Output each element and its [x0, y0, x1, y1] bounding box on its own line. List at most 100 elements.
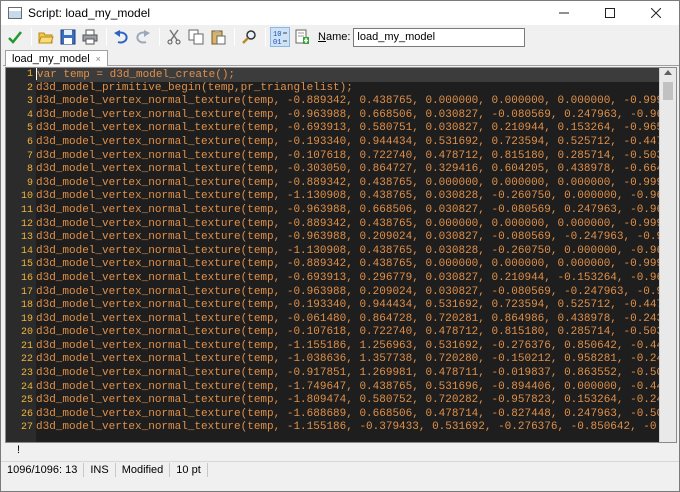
code-line[interactable]: d3d_model_vertex_normal_texture(temp, -0… — [36, 204, 660, 218]
code-editor[interactable]: 1 2 3 4 5 6 7 8 9 10 11 12 13 14 15 16 17 18 19 20 21 22 23 24 2… — [5, 67, 677, 443]
code-area[interactable]: var temp = d3d_model_create(); d3d_model_… — [36, 68, 660, 442]
title-bar[interactable]: Script: load_my_model — [1, 1, 679, 25]
floppy-disk-icon — [60, 29, 76, 45]
code-line[interactable]: d3d_model_vertex_normal_texture(temp, -1… — [36, 421, 660, 435]
code-line[interactable]: d3d_model_vertex_normal_texture(temp, -0… — [36, 231, 660, 245]
line-number: 17 — [20, 286, 33, 298]
tab-load-my-model[interactable]: load_my_model × — [5, 50, 108, 66]
cursor-position: 1096/1096: 13 — [1, 462, 85, 477]
line-number: 1 — [26, 69, 33, 80]
minimize-button[interactable] — [541, 1, 587, 25]
line-number: 27 — [20, 422, 33, 434]
code-text: d3d_model_vertex_normal_texture(temp, -0… — [36, 95, 660, 108]
code-line[interactable]: d3d_model_vertex_normal_texture(temp, -0… — [36, 95, 660, 109]
code-line[interactable]: d3d_model_vertex_normal_texture(temp, -0… — [36, 122, 660, 136]
copy-icon — [188, 29, 204, 45]
line-number: 4 — [26, 109, 33, 121]
code-line[interactable]: d3d_model_vertex_normal_texture(temp, -0… — [36, 367, 660, 381]
line-number: 9 — [26, 177, 33, 189]
tab-label: load_my_model — [12, 53, 90, 65]
line-number: 5 — [26, 123, 33, 135]
status-bar: 1096/1096: 13 INS Modified 10 pt — [1, 461, 679, 477]
modified-state: Modified — [116, 462, 171, 477]
code-line[interactable]: d3d_model_primitive_begin(temp,pr_triang… — [36, 82, 660, 96]
window-controls — [541, 1, 679, 25]
toolbar-separator — [234, 28, 235, 46]
name-label-text: ame: — [325, 31, 351, 43]
scrollbar-thumb[interactable] — [663, 82, 673, 100]
code-text: d3d_model_vertex_normal_texture(temp, -0… — [36, 135, 660, 148]
code-text: d3d_model_vertex_normal_texture(temp, -0… — [36, 312, 660, 325]
line-number: 25 — [20, 395, 33, 407]
close-button[interactable] — [633, 1, 679, 25]
print-button[interactable] — [80, 27, 100, 47]
svg-text:01: 01 — [273, 39, 281, 45]
close-icon — [651, 8, 661, 18]
code-line[interactable]: d3d_model_vertex_normal_texture(temp, -0… — [36, 313, 660, 327]
checkmark-icon — [8, 31, 22, 44]
toolbar-separator — [265, 28, 266, 46]
message-strip: ! — [5, 444, 677, 458]
line-number: 15 — [20, 259, 33, 271]
code-line[interactable]: var temp = d3d_model_create(); — [36, 68, 660, 82]
tab-strip: load_my_model × — [3, 50, 679, 66]
code-line[interactable]: d3d_model_vertex_normal_texture(temp, -0… — [36, 258, 660, 272]
toolbar: 10 01 Name: — [1, 25, 679, 49]
code-line[interactable]: d3d_model_vertex_normal_texture(temp, -0… — [36, 163, 660, 177]
insert-mode: INS — [84, 462, 116, 477]
open-button[interactable] — [36, 27, 56, 47]
magnifier-icon — [242, 30, 256, 44]
line-number: 20 — [20, 327, 33, 339]
insert-file-button[interactable] — [292, 27, 312, 47]
line-number: 13 — [20, 232, 33, 244]
line-number: 18 — [20, 300, 33, 312]
font-size: 10 pt — [170, 462, 208, 477]
tab-close-icon[interactable]: × — [96, 54, 101, 64]
maximize-icon — [605, 8, 615, 18]
save-button[interactable] — [58, 27, 78, 47]
undo-button[interactable] — [111, 27, 131, 47]
paste-button[interactable] — [208, 27, 228, 47]
code-line[interactable]: d3d_model_vertex_normal_texture(temp, -0… — [36, 286, 660, 300]
code-line[interactable]: d3d_model_vertex_normal_texture(temp, -0… — [36, 136, 660, 150]
code-line[interactable]: d3d_model_vertex_normal_texture(temp, -0… — [36, 177, 660, 191]
line-number: 22 — [20, 354, 33, 366]
code-line[interactable]: d3d_model_vertex_normal_texture(temp, -1… — [36, 381, 660, 395]
code-text: d3d_model_vertex_normal_texture(temp, -1… — [36, 407, 660, 420]
cut-button[interactable] — [164, 27, 184, 47]
code-line[interactable]: d3d_model_vertex_normal_texture(temp, -1… — [36, 340, 660, 354]
script-window: Script: load_my_model 10 01 Name: load_m… — [0, 0, 680, 492]
toolbar-separator — [106, 28, 107, 46]
line-number: 3 — [26, 96, 33, 108]
code-line[interactable]: d3d_model_vertex_normal_texture(temp, -1… — [36, 408, 660, 422]
code-line[interactable]: d3d_model_vertex_normal_texture(temp, -1… — [36, 394, 660, 408]
line-numbers-toggle[interactable]: 10 01 — [270, 27, 290, 47]
code-line[interactable]: d3d_model_vertex_normal_texture(temp, -0… — [36, 272, 660, 286]
code-line[interactable]: d3d_model_vertex_normal_texture(temp, -1… — [36, 353, 660, 367]
code-line[interactable]: d3d_model_vertex_normal_texture(temp, -0… — [36, 150, 660, 164]
code-line[interactable]: d3d_model_vertex_normal_texture(temp, -0… — [36, 326, 660, 340]
code-line[interactable]: d3d_model_vertex_normal_texture(temp, -0… — [36, 299, 660, 313]
script-name-input[interactable] — [353, 27, 526, 47]
code-line[interactable]: d3d_model_vertex_normal_texture(temp, -1… — [36, 190, 660, 204]
window-title: Script: load_my_model — [28, 6, 151, 20]
line-number: 11 — [20, 204, 33, 216]
code-text: d3d_model_vertex_normal_texture(temp, -0… — [36, 176, 660, 189]
maximize-button[interactable] — [587, 1, 633, 25]
redo-button[interactable] — [133, 27, 153, 47]
code-text: d3d_model_vertex_normal_texture(temp, -0… — [36, 326, 660, 339]
code-text: d3d_model_vertex_normal_texture(temp, -1… — [36, 394, 660, 407]
ok-button[interactable] — [5, 27, 25, 47]
minimize-icon — [559, 12, 569, 14]
scroll-up-arrow-icon[interactable] — [664, 70, 672, 75]
vertical-scrollbar[interactable] — [659, 68, 676, 442]
code-line[interactable]: d3d_model_vertex_normal_texture(temp, -1… — [36, 245, 660, 259]
code-line[interactable]: d3d_model_vertex_normal_texture(temp, -0… — [36, 218, 660, 232]
code-line[interactable]: d3d_model_vertex_normal_texture(temp, -0… — [36, 109, 660, 123]
find-button[interactable] — [239, 27, 259, 47]
copy-button[interactable] — [186, 27, 206, 47]
code-text: d3d_model_vertex_normal_texture(temp, -0… — [36, 258, 660, 271]
line-number: 26 — [20, 408, 33, 420]
script-window-icon — [8, 7, 22, 19]
code-text: d3d_model_vertex_normal_texture(temp, -1… — [36, 244, 660, 257]
